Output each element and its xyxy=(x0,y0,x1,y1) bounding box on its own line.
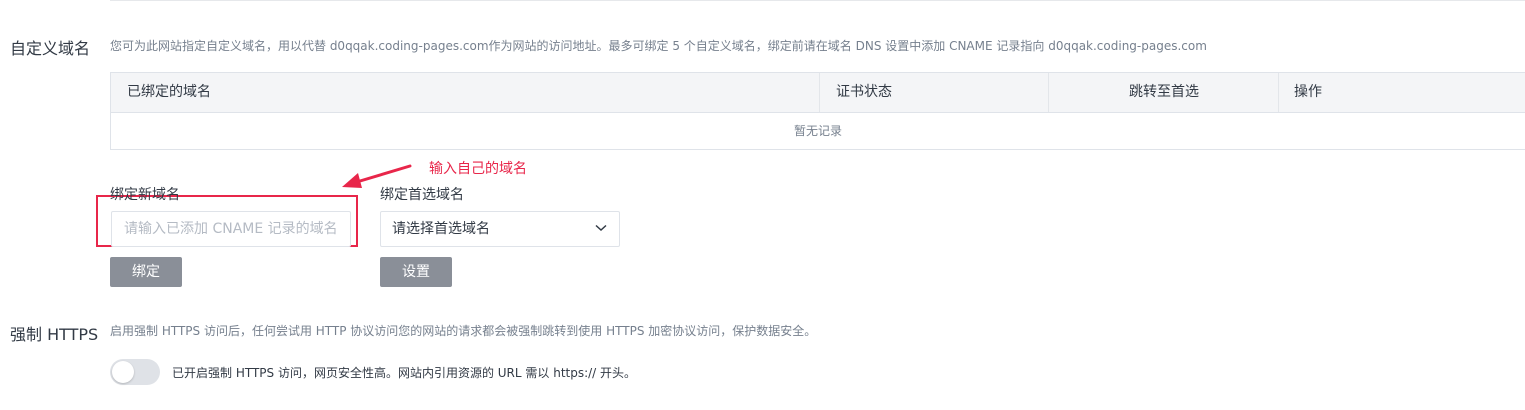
new-domain-input[interactable] xyxy=(111,211,351,247)
bound-domains-table: 已绑定的域名 证书状态 跳转至首选 操作 暂无记录 xyxy=(110,72,1525,150)
chevron-down-icon xyxy=(595,224,607,232)
column-actions: 操作 xyxy=(1294,84,1322,100)
set-preferred-button[interactable]: 设置 xyxy=(380,257,452,287)
custom-domain-description: 您可为此网站指定自定义域名，用以代替 d0qqak.coding-pages.c… xyxy=(110,39,1207,53)
force-https-description: 启用强制 HTTPS 访问后，任何尝试用 HTTP 协议访问您的网站的请求都会被… xyxy=(110,324,817,338)
table-header: 已绑定的域名 证书状态 跳转至首选 操作 xyxy=(111,73,1525,113)
column-divider xyxy=(819,73,820,112)
force-https-toggle-label: 已开启强制 HTTPS 访问，网页安全性高。网站内引用资源的 URL 需以 ht… xyxy=(172,366,637,380)
column-divider xyxy=(1278,73,1279,112)
custom-domain-title: 自定义域名 xyxy=(10,39,91,58)
top-divider xyxy=(110,0,1525,1)
annotation-label: 输入自己的域名 xyxy=(429,161,527,177)
preferred-domain-selected: 请选择首选域名 xyxy=(392,221,490,237)
table-empty-state: 暂无记录 xyxy=(793,124,842,138)
force-https-title: 强制 HTTPS xyxy=(10,325,99,344)
bind-button[interactable]: 绑定 xyxy=(110,257,182,287)
column-cert-status: 证书状态 xyxy=(836,84,892,100)
force-https-toggle[interactable] xyxy=(110,359,160,385)
bind-new-domain-label: 绑定新域名 xyxy=(110,187,180,203)
preferred-domain-label: 绑定首选域名 xyxy=(380,187,464,203)
pages-settings-panel: 自定义域名 您可为此网站指定自定义域名，用以代替 d0qqak.coding-p… xyxy=(0,0,1525,410)
preferred-domain-select[interactable]: 请选择首选域名 xyxy=(380,211,620,247)
column-redirect-preferred: 跳转至首选 xyxy=(1129,84,1199,100)
column-bound-domain: 已绑定的域名 xyxy=(127,84,211,100)
toggle-knob xyxy=(112,361,134,383)
